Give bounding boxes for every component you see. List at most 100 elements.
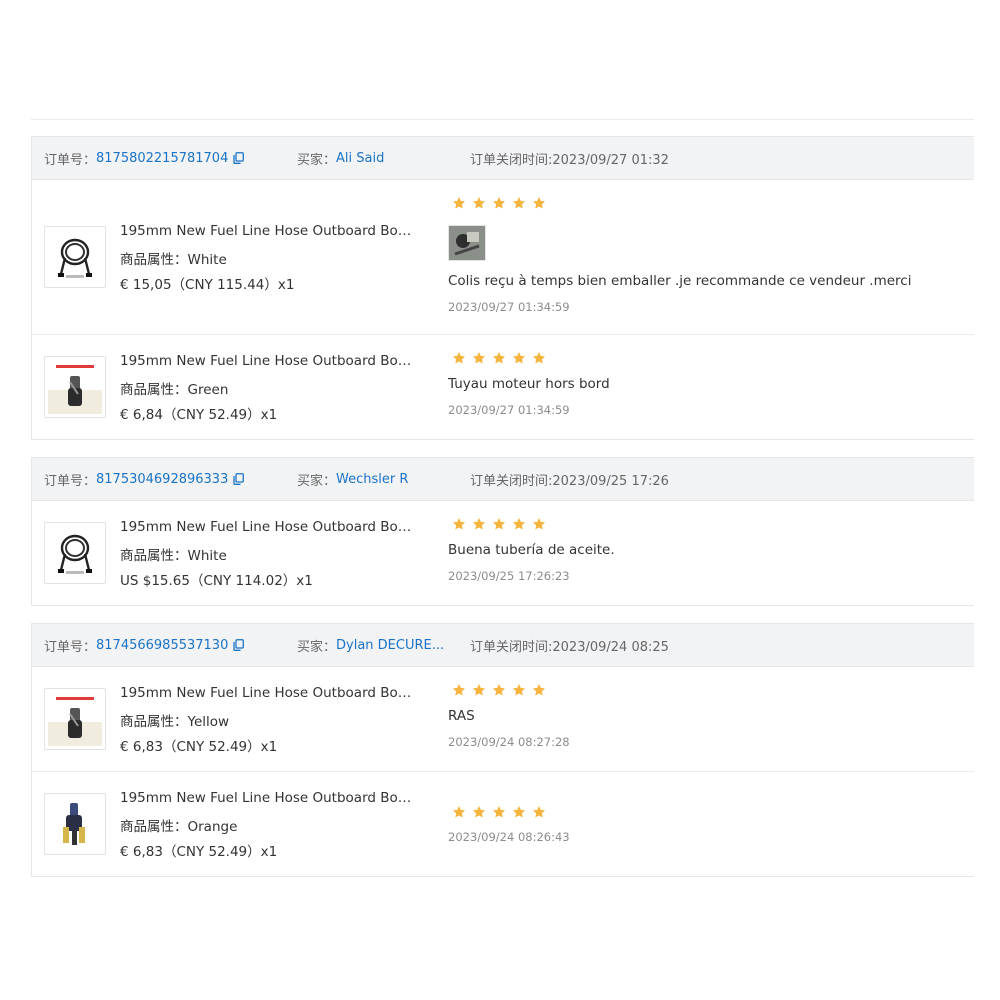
star-icon: [512, 195, 526, 209]
review-text: Tuyau moteur hors bord: [448, 376, 610, 392]
fuel-hose-coiled-image[interactable]: [44, 226, 106, 288]
star-icon: [472, 682, 486, 696]
copy-icon[interactable]: [233, 639, 245, 651]
order-id-label: 订单号：: [44, 639, 97, 655]
star-icon: [512, 682, 526, 696]
product-title-link[interactable]: 195mm New Fuel Line Hose Outboard Boa...: [120, 519, 412, 535]
attribute-value: White: [187, 252, 227, 268]
star-rating: [452, 682, 546, 696]
copy-icon[interactable]: [233, 473, 245, 485]
closed-time-value: 2023/09/24 08:25: [552, 639, 669, 655]
review-text: Colis reçu à temps bien emballer .je rec…: [448, 273, 912, 289]
buyer-label: 买家：: [297, 473, 337, 489]
star-icon: [472, 350, 486, 364]
review-date: 2023/09/27 01:34:59: [448, 403, 570, 417]
product-price: € 15,05（CNY 115.44）x1: [120, 277, 295, 293]
buyer-group: 买家： Dylan DECURE...: [297, 636, 444, 655]
order-item-row: 195mm New Fuel Line Hose Outboard Boa...…: [32, 772, 974, 876]
review-photo-thumbnail[interactable]: [448, 225, 486, 261]
order-item-row: 195mm New Fuel Line Hose Outboard Boa...…: [32, 667, 974, 772]
order-id-link[interactable]: 8175304692896333: [96, 472, 228, 487]
product-price: € 6,83（CNY 52.49）x1: [120, 844, 278, 860]
star-icon: [492, 350, 506, 364]
star-icon: [492, 804, 506, 818]
fuel-hose-coiled-image[interactable]: [44, 522, 106, 584]
closed-time: 订单关闭时间:2023/09/27 01:32: [470, 149, 669, 168]
star-icon: [492, 682, 506, 696]
attribute-value: Green: [187, 382, 229, 398]
buyer-group: 买家： Wechsler R: [297, 470, 408, 489]
product-title-link[interactable]: 195mm New Fuel Line Hose Outboard Boa...: [120, 353, 412, 369]
star-icon: [452, 350, 466, 364]
buyer-name-link[interactable]: Dylan DECURE...: [336, 638, 444, 653]
closed-time: 订单关闭时间:2023/09/24 08:25: [470, 636, 669, 655]
star-icon: [532, 516, 546, 530]
closed-time-label: 订单关闭时间:: [470, 473, 553, 489]
buyer-name-link[interactable]: Wechsler R: [336, 472, 408, 487]
order-id-group: 订单号： 8175802215781704: [44, 149, 245, 168]
star-icon: [492, 516, 506, 530]
review-text: RAS: [448, 708, 475, 724]
fuel-fitting-image[interactable]: [44, 793, 106, 855]
star-icon: [512, 516, 526, 530]
attribute-label: 商品属性：: [120, 548, 188, 564]
review-date: 2023/09/25 17:26:23: [448, 569, 570, 583]
review-date: 2023/09/24 08:26:43: [448, 830, 570, 844]
order-item-row: 195mm New Fuel Line Hose Outboard Boa...…: [32, 335, 974, 439]
closed-time-value: 2023/09/27 01:32: [552, 152, 669, 168]
star-icon: [472, 804, 486, 818]
star-icon: [472, 516, 486, 530]
attribute-label: 商品属性：: [120, 819, 188, 835]
order-id-group: 订单号： 8175304692896333: [44, 470, 245, 489]
product-price: € 6,83（CNY 52.49）x1: [120, 739, 278, 755]
order-list: 订单号： 8175802215781704 买家： Ali Said 订单关闭时间:20…: [31, 136, 974, 894]
attribute-label: 商品属性：: [120, 714, 188, 730]
order-id-link[interactable]: 8175802215781704: [96, 151, 228, 166]
product-title-link[interactable]: 195mm New Fuel Line Hose Outboard Boa...: [120, 790, 412, 806]
buyer-group: 买家： Ali Said: [297, 149, 384, 168]
attribute-value: Yellow: [187, 714, 230, 730]
order-item-row: 195mm New Fuel Line Hose Outboard Boa...…: [32, 501, 974, 605]
star-icon: [532, 195, 546, 209]
attribute-value: Orange: [187, 819, 238, 835]
product-price: US $15.65（CNY 114.02）x1: [120, 573, 313, 589]
star-icon: [452, 516, 466, 530]
buyer-label: 买家：: [297, 639, 337, 655]
star-icon: [532, 350, 546, 364]
product-attribute: 商品属性：White: [120, 248, 227, 268]
star-icon: [492, 195, 506, 209]
order-id-label: 订单号：: [44, 152, 97, 168]
star-icon: [452, 195, 466, 209]
star-icon: [452, 804, 466, 818]
star-icon: [512, 350, 526, 364]
review-date: 2023/09/24 08:27:28: [448, 735, 570, 749]
star-rating: [452, 350, 546, 364]
order-id-group: 订单号： 8174566985537130: [44, 636, 245, 655]
star-rating: [452, 804, 546, 818]
order-header: 订单号： 8175304692896333 买家： Wechsler R 订单关闭时间:…: [32, 458, 974, 501]
fuel-connector-image[interactable]: [44, 688, 106, 750]
attribute-label: 商品属性：: [120, 252, 188, 268]
product-price: € 6,84（CNY 52.49）x1: [120, 407, 278, 423]
closed-time-value: 2023/09/25 17:26: [552, 473, 669, 489]
order-header: 订单号： 8175802215781704 买家： Ali Said 订单关闭时间:20…: [32, 137, 974, 180]
order-header: 订单号： 8174566985537130 买家： Dylan DECURE... 订单…: [32, 624, 974, 667]
star-icon: [532, 804, 546, 818]
product-title-link[interactable]: 195mm New Fuel Line Hose Outboard Boa...: [120, 685, 412, 701]
closed-time: 订单关闭时间:2023/09/25 17:26: [470, 470, 669, 489]
buyer-name-link[interactable]: Ali Said: [336, 151, 384, 166]
order-id-link[interactable]: 8174566985537130: [96, 638, 228, 653]
fuel-connector-image[interactable]: [44, 356, 106, 418]
product-attribute: 商品属性：White: [120, 544, 227, 564]
top-divider: [31, 119, 974, 120]
attribute-label: 商品属性：: [120, 382, 188, 398]
star-icon: [452, 682, 466, 696]
product-title-link[interactable]: 195mm New Fuel Line Hose Outboard Boa...: [120, 223, 412, 239]
copy-icon[interactable]: [233, 152, 245, 164]
star-rating: [452, 195, 546, 209]
order-id-label: 订单号：: [44, 473, 97, 489]
product-attribute: 商品属性：Orange: [120, 815, 237, 835]
product-attribute: 商品属性：Yellow: [120, 710, 229, 730]
star-icon: [472, 195, 486, 209]
closed-time-label: 订单关闭时间:: [470, 639, 553, 655]
